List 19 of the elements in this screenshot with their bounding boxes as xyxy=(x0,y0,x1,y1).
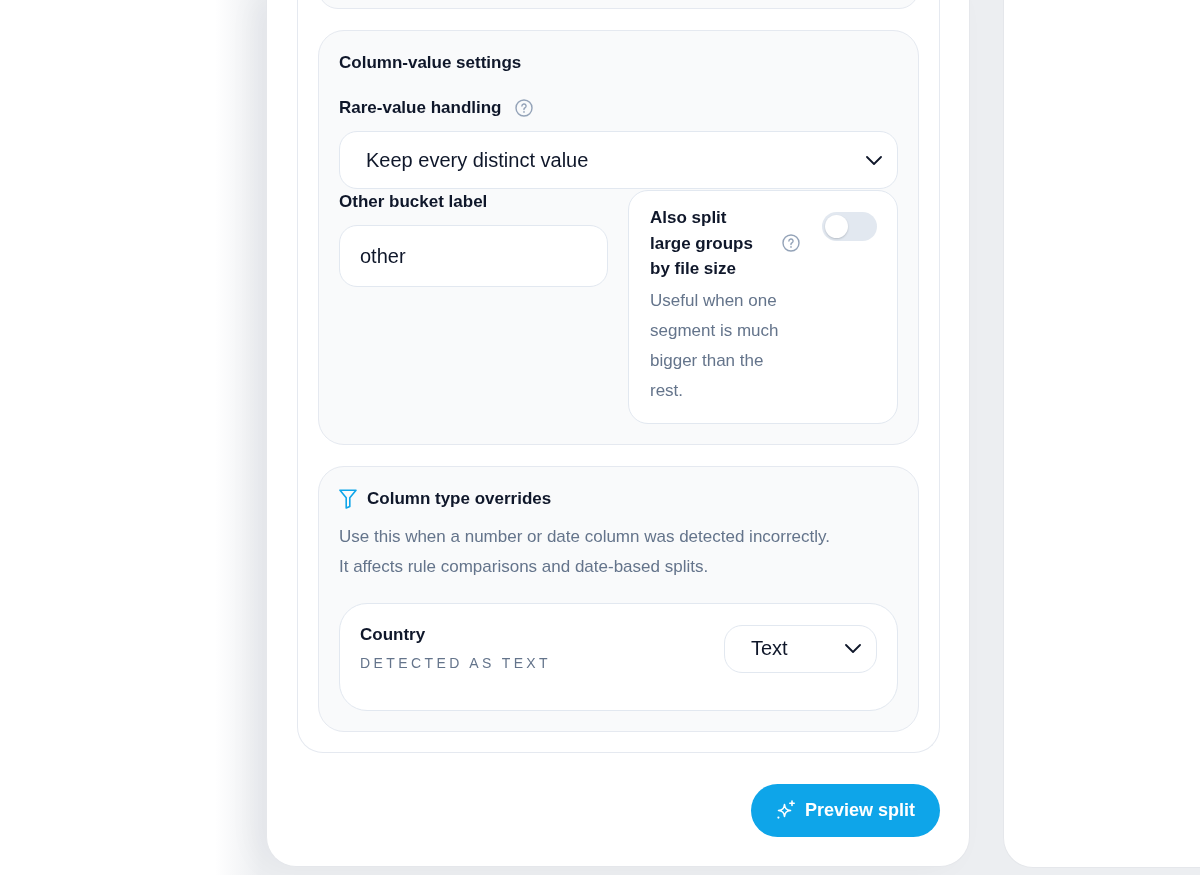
toggle-switch[interactable] xyxy=(822,212,877,241)
chevron-down-icon xyxy=(845,644,861,654)
section-title: Column type overrides xyxy=(367,487,552,510)
option-description: Useful when one segment is much bigger than the rest. xyxy=(650,289,780,403)
help-icon[interactable] xyxy=(515,99,534,117)
section-title: Column-value settings xyxy=(339,52,523,74)
rare-value-select[interactable]: Keep every distinct value xyxy=(339,131,898,189)
filter-icon xyxy=(339,488,357,509)
chevron-down-icon xyxy=(866,155,882,165)
bucket-label-input[interactable]: other xyxy=(339,225,608,287)
type-select[interactable]: Text xyxy=(724,624,877,673)
column-name: Country xyxy=(360,623,427,646)
option-title: Also split large groups by file size xyxy=(650,207,754,280)
sparkle-icon xyxy=(775,800,796,821)
section-description: Use this when a number or date column was detected incorrectly. It affects rule comparisons and date-based splits. xyxy=(339,525,832,578)
field-label: Other bucket label xyxy=(339,192,488,211)
detected-type: DETECTED AS TEXT xyxy=(360,653,552,673)
help-icon[interactable] xyxy=(782,234,800,253)
field-label: Rare-value handling xyxy=(339,97,502,119)
